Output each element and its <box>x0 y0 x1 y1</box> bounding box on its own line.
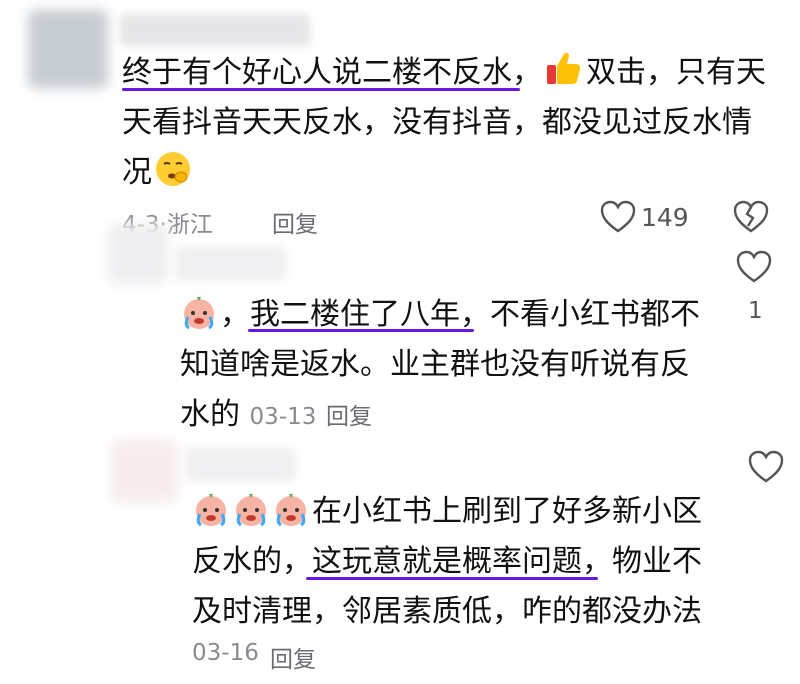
thumbs-up-icon <box>544 48 584 88</box>
reply-1-line-3: 水的 03-13 回复 <box>180 397 372 432</box>
reply-2-date: 03-16 <box>192 640 259 666</box>
reply-2-text: 在小红书上刷到了好多新小区 反水的，这玩意就是概率问题，物业不 及时清理，邻居素… <box>192 487 752 637</box>
reply-1-reply-button[interactable]: 回复 <box>326 404 372 430</box>
reply-1-line-2: 知道啥是返水。业主群也没有听说有反 <box>180 347 690 382</box>
thinking-face-icon <box>154 150 192 188</box>
highlight-underline-3 <box>306 577 598 580</box>
crying-face-icon <box>180 293 218 331</box>
reply-1-date: 03-13 <box>249 404 317 430</box>
main-comment-line-2: 天看抖音天天反水，没有抖音，都没见过反水情 <box>122 105 752 140</box>
reply-1-name[interactable] <box>176 246 286 280</box>
reply-1-heart-icon[interactable] <box>736 250 772 284</box>
reply-2-avatar[interactable] <box>110 440 178 502</box>
reply-2-reply-button[interactable]: 回复 <box>270 640 316 674</box>
main-comment-text: 终于有个好心人说二楼不反水， 双击，只有天 天看抖音天天反水，没有抖音，都没见过… <box>122 48 772 198</box>
crying-face-icon <box>232 490 270 528</box>
reply-2-name[interactable] <box>186 448 296 482</box>
heart-icon[interactable] <box>600 200 636 234</box>
crying-face-icon <box>272 490 310 528</box>
highlight-underline-1 <box>122 88 520 91</box>
main-comment-reply-button[interactable]: 回复 <box>272 205 318 239</box>
reply-2-line-1: 在小红书上刷到了好多新小区 <box>192 487 752 537</box>
reply-1-line-1: ，我二楼住了八年，不看小红书都不 <box>180 290 740 340</box>
reply-1-like-count: 1 <box>748 298 763 324</box>
dislike-broken-heart-icon[interactable] <box>733 200 769 234</box>
reply-1-avatar[interactable] <box>108 224 168 284</box>
commenter-avatar[interactable] <box>28 10 108 88</box>
reply-2-heart-icon[interactable] <box>748 450 784 484</box>
reply-1-text: ，我二楼住了八年，不看小红书都不 知道啥是返水。业主群也没有听说有反 水的 03… <box>180 290 740 442</box>
reply-2-line-3: 及时清理，邻居素质低，咋的都没办法 <box>192 594 702 629</box>
main-comment-line-3: 况 <box>122 148 772 198</box>
crying-face-icon <box>192 490 230 528</box>
main-comment-like-count: 149 <box>641 203 689 232</box>
highlight-underline-2 <box>248 329 474 332</box>
commenter-name[interactable] <box>120 14 310 46</box>
